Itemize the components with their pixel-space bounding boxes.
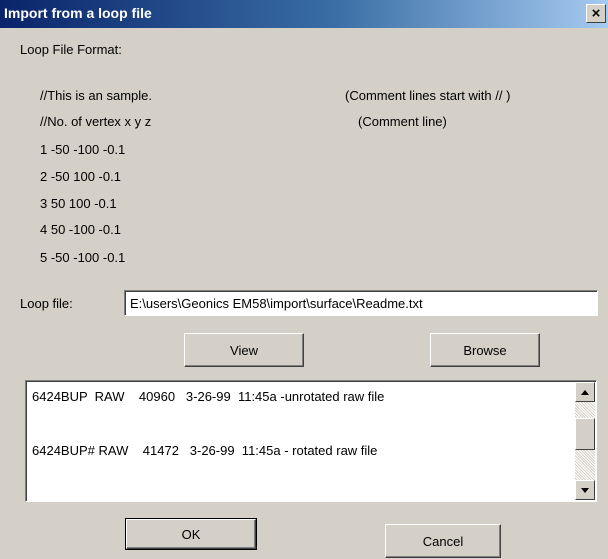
sample-line: 2 -50 100 -0.1 <box>40 169 121 184</box>
sample-line: 3 50 100 -0.1 <box>40 196 117 211</box>
sample-line: 4 50 -100 -0.1 <box>40 222 121 237</box>
close-button[interactable]: × <box>586 4 606 23</box>
scroll-thumb[interactable] <box>575 418 595 450</box>
scroll-down-button[interactable] <box>575 480 595 500</box>
loop-file-input[interactable] <box>124 290 598 316</box>
title-bar: Import from a loop file × <box>0 0 608 28</box>
window-title: Import from a loop file <box>4 5 152 21</box>
comment-note: (Comment line) <box>358 114 447 129</box>
comment-note: (Comment lines start with // ) <box>345 88 511 103</box>
scroll-up-button[interactable] <box>575 382 595 402</box>
scroll-up-icon <box>581 389 589 395</box>
close-icon: × <box>591 5 601 22</box>
sample-line: 1 -50 -100 -0.1 <box>40 142 126 157</box>
cancel-button[interactable]: Cancel <box>385 524 501 558</box>
format-heading: Loop File Format: <box>20 42 122 57</box>
vertical-scrollbar[interactable] <box>575 382 595 500</box>
list-item[interactable]: 6424BUP# RAW 41472 3-26-99 11:45a - rota… <box>32 442 384 460</box>
view-button[interactable]: View <box>184 333 304 367</box>
file-listbox[interactable]: 6424BUP RAW 40960 3-26-99 11:45a -unrota… <box>25 380 597 502</box>
ok-button[interactable]: OK <box>125 518 257 550</box>
sample-line: 5 -50 -100 -0.1 <box>40 250 126 265</box>
sample-line: //This is an sample. <box>40 88 152 103</box>
loop-file-label: Loop file: <box>20 296 73 311</box>
file-list: 6424BUP RAW 40960 3-26-99 11:45a -unrota… <box>32 381 384 496</box>
sample-line: //No. of vertex x y z <box>40 114 152 129</box>
list-item[interactable]: 6424BUP RAW 40960 3-26-99 11:45a -unrota… <box>32 388 384 406</box>
scroll-down-icon <box>581 487 589 493</box>
browse-button[interactable]: Browse <box>430 333 540 367</box>
